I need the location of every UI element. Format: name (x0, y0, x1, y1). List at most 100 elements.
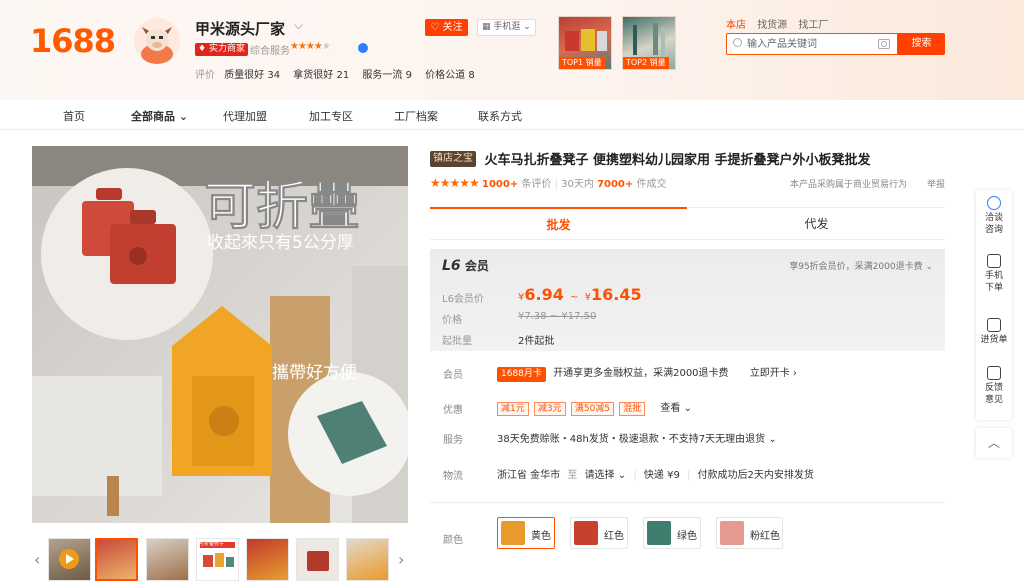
tab-wholesale[interactable]: 批发 (430, 207, 687, 240)
nav-item-home[interactable]: 首页 (63, 108, 85, 124)
thumbnail-image[interactable] (146, 538, 189, 581)
search-tab-shop[interactable]: 本店 (726, 20, 746, 31)
coupon-tag[interactable]: 减1元 (497, 402, 529, 416)
qrcode-icon (987, 254, 1001, 268)
sales-suffix: 件成交 (636, 179, 667, 190)
top-product-tag: TOP1 销量 (559, 57, 605, 69)
thumbnail-video[interactable] (48, 538, 91, 581)
report-link[interactable]: 举报 (927, 177, 945, 190)
qrcode-icon: ▦ (482, 22, 491, 32)
rail-cart-list[interactable]: 进货单 (976, 318, 1012, 346)
color-option-pink[interactable]: 粉红色 (716, 517, 783, 549)
member-card-text: 开通享更多金融权益，采满2000退卡费 (553, 368, 729, 379)
logistics-fee: ¥9 (667, 470, 680, 481)
rail-label: 手机下单 (984, 271, 1003, 293)
rail-mobile-order[interactable]: 手机下单 (976, 254, 1012, 294)
search-tab-source[interactable]: 找货源 (757, 20, 787, 31)
star-empty-icon: ★ (321, 41, 331, 52)
rating-count: 21 (336, 70, 350, 81)
rating-count: 34 (267, 70, 281, 81)
back-to-top-button[interactable]: ︿ (976, 428, 1012, 458)
shop-header: 1688 甲米源头厂家 ⌵ ♦ 实力商家 综合服务 ★★★★★ 评价 质量很好 … (0, 0, 1024, 100)
nav-item-all-products[interactable]: 全部商品 ⌄ (131, 108, 188, 124)
logistics-express: 快递 (643, 470, 664, 481)
right-rail: 洽谈咨询 手机下单 进货单 反馈意见 (976, 190, 1012, 420)
strength-badge: ♦ 实力商家 (195, 43, 248, 56)
rail-label: 洽谈咨询 (984, 213, 1003, 235)
top-product-thumb[interactable]: TOP1 销量 (558, 16, 612, 70)
thumbnail-image[interactable] (346, 538, 389, 581)
color-option-red[interactable]: 红色 (570, 517, 628, 549)
feedback-icon (987, 366, 1001, 380)
top-product-thumb[interactable]: TOP2 销量 (622, 16, 676, 70)
chevron-right-icon[interactable]: › (398, 550, 404, 569)
thumbnail-image[interactable] (246, 538, 289, 581)
coupon-tag[interactable]: 减3元 (533, 402, 566, 416)
member-discount-text: 享95折会员价，采满2000退卡费 (789, 262, 923, 272)
search-box (726, 33, 898, 55)
product-title: 火车马扎折叠凳子 便携塑料幼儿园家用 手提折叠凳户外小板凳批发 (484, 153, 871, 168)
tab-dropship[interactable]: 代发 (688, 207, 945, 240)
open-card-link[interactable]: 立即开卡 › (750, 368, 797, 379)
thumbnail-strip: ‹ 可折叠凳子 › (32, 536, 408, 583)
coupon-tag[interactable]: 混批 (619, 402, 646, 416)
rating-label: 价格公道 (425, 70, 466, 81)
nav-item-processing[interactable]: 加工专区 (309, 108, 353, 124)
search-button[interactable]: 搜索 (898, 33, 945, 55)
rail-chat[interactable]: 洽谈咨询 (976, 196, 1012, 236)
coupon-tag[interactable]: 满50减5 (570, 402, 615, 416)
color-option-yellow[interactable]: 黄色 (497, 517, 555, 549)
nav-item-agency[interactable]: 代理加盟 (223, 108, 267, 124)
thumbnail-image[interactable] (296, 538, 339, 581)
price-high: 16.45 (591, 285, 642, 304)
member-discount[interactable]: 享95折会员价，采满2000退卡费 ⌄ (789, 259, 933, 272)
reviews-count[interactable]: 1000+ (482, 179, 518, 190)
mobile-browse-button[interactable]: ▦ 手机逛 ⌄ (477, 19, 536, 36)
trade-note: 本产品采购属于商业贸易行为 (790, 180, 908, 190)
shop-avatar[interactable] (134, 18, 180, 64)
rail-feedback[interactable]: 反馈意见 (976, 366, 1012, 406)
nav-item-factory-profile[interactable]: 工厂档案 (394, 108, 438, 124)
camera-icon[interactable] (878, 39, 890, 49)
chevron-down-icon: ⌄ (523, 22, 531, 32)
color-name: 绿色 (677, 531, 697, 542)
rating-item: 价格公道 8 (425, 70, 475, 81)
follow-button[interactable]: ♡ 关注 (425, 19, 468, 36)
heart-icon: ♡ (430, 22, 440, 33)
thumbnail-image[interactable]: 可折叠凳子 (196, 538, 239, 581)
price-range-sep: ~ (570, 292, 579, 303)
search-tab-factory[interactable]: 找工厂 (798, 20, 828, 31)
shop-name[interactable]: 甲米源头厂家 (195, 18, 285, 39)
nav-item-contact[interactable]: 联系方式 (478, 108, 522, 124)
chevron-down-icon[interactable]: ⌵ (294, 18, 303, 33)
logistics-to-label: 至 (567, 470, 578, 481)
featured-badge: 镇店之宝 (430, 150, 476, 167)
chevron-left-icon[interactable]: ‹ (34, 550, 40, 569)
moq-value: 2件起批 (518, 336, 555, 347)
thumbnail-image[interactable] (95, 538, 138, 581)
color-row-label: 颜色 (443, 535, 463, 546)
search-input[interactable] (747, 36, 872, 52)
divider (430, 502, 945, 503)
original-price-label: 价格 (442, 315, 462, 326)
sales-prefix: 30天内 (561, 179, 594, 190)
follow-label: 关注 (442, 22, 463, 33)
logistics-row: 浙江省 金华市 至 请选择 ⌄ | 快递 ¥9 | 付款成功后2天内安排发货 (497, 470, 814, 481)
search-scope-tabs: 本店 找货源 找工厂 (726, 16, 836, 31)
chevron-down-icon: ⌄ (925, 262, 933, 272)
logistics-select-label: 请选择 (584, 470, 615, 481)
logistics-destination-select[interactable]: 请选择 ⌄ (585, 470, 627, 481)
main-product-image[interactable]: 可折疊 收起來只有5公分厚 攜帶好方便 (32, 146, 408, 523)
service-row[interactable]: 38天免费赊账・48h发货・极速退款・不支持7天无理由退货 ⌄ (497, 430, 777, 445)
member-price-label: L6会员价 (442, 294, 484, 305)
member-card-badge: 1688月卡 (497, 367, 546, 382)
purchase-tabs: 批发 代发 (430, 207, 945, 240)
member-level-label: 会员 (464, 259, 489, 273)
original-price-range: ¥7.38 ~ ¥17.50 (518, 311, 597, 322)
site-logo[interactable]: 1688 (30, 22, 116, 60)
service-label: 综合服务 (250, 46, 290, 57)
strength-badge-label: 实力商家 (208, 44, 245, 54)
logistics-from: 浙江省 金华市 (497, 470, 561, 481)
color-option-green[interactable]: 绿色 (643, 517, 701, 549)
promo-view-more[interactable]: 查看 ⌄ (660, 403, 692, 414)
